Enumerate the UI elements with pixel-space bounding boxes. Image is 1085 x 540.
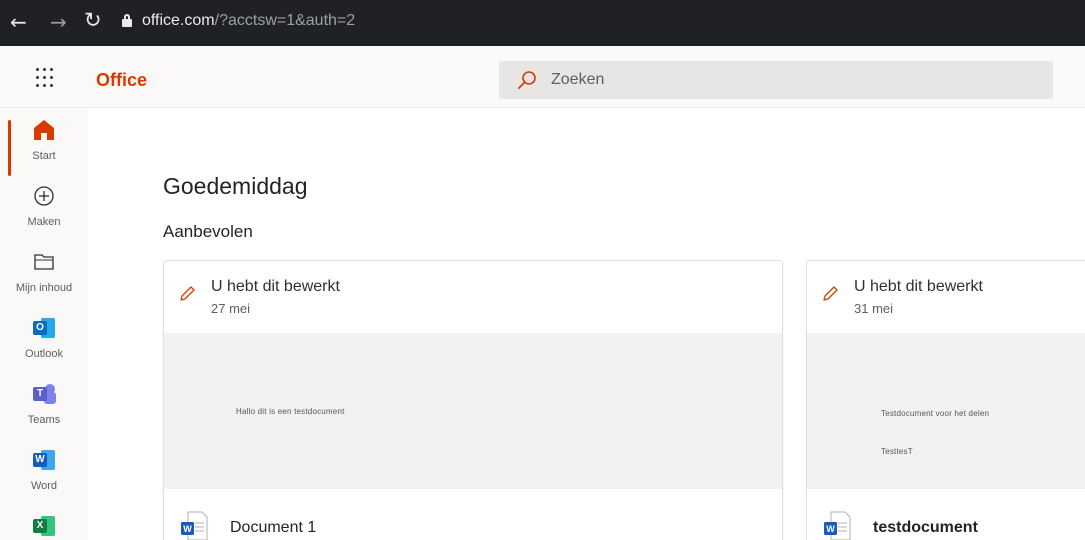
- card-activity: U hebt dit bewerkt: [854, 278, 983, 295]
- rail-item-excel[interactable]: X: [0, 514, 88, 540]
- svg-text:W: W: [826, 524, 835, 534]
- rail-item-label: Teams: [27, 414, 61, 426]
- left-rail: Start Maken Mijn inhoud O Outlook T Team…: [0, 108, 88, 540]
- rail-item-teams[interactable]: T Teams: [0, 382, 88, 426]
- card-date: 31 mei: [854, 301, 894, 316]
- reload-icon[interactable]: ↻: [84, 10, 102, 31]
- office-brand-link[interactable]: Office: [96, 70, 147, 91]
- search-icon: [518, 71, 536, 89]
- rail-item-start[interactable]: Start: [0, 118, 88, 176]
- app-launcher-icon[interactable]: [36, 68, 56, 88]
- excel-icon: X: [32, 514, 56, 538]
- folder-icon: [32, 250, 56, 274]
- document-preview[interactable]: Testdocument voor het delen TesttesT: [807, 333, 1085, 489]
- preview-text: TesttesT: [881, 447, 913, 456]
- lock-icon[interactable]: [122, 14, 132, 27]
- card-filename[interactable]: testdocument: [873, 519, 978, 537]
- card-activity: U hebt dit bewerkt: [211, 278, 340, 295]
- search-box[interactable]: Zoeken: [499, 61, 1053, 99]
- forward-arrow-icon[interactable]: →: [50, 12, 67, 32]
- card-filename[interactable]: Document 1: [230, 519, 316, 537]
- rail-item-label: Word: [30, 480, 58, 492]
- word-file-icon: W: [823, 511, 851, 540]
- rail-item-word[interactable]: W Word: [0, 448, 88, 492]
- url-path: /?acctsw=1&auth=2: [214, 12, 356, 29]
- rail-item-mijn-inhoud[interactable]: Mijn inhoud: [0, 250, 88, 294]
- address-bar[interactable]: office.com/?acctsw=1&auth=2: [142, 12, 355, 30]
- teams-icon: T: [32, 382, 56, 406]
- plus-circle-icon: [32, 184, 56, 208]
- card-date: 27 mei: [211, 301, 251, 316]
- svg-text:W: W: [183, 524, 192, 534]
- url-domain: office.com: [142, 12, 215, 29]
- recommended-card[interactable]: U hebt dit bewerkt 31 mei Testdocument v…: [806, 260, 1085, 540]
- rail-item-outlook[interactable]: O Outlook: [0, 316, 88, 360]
- pencil-icon: [823, 286, 838, 301]
- word-icon: W: [32, 448, 56, 472]
- rail-item-label: Outlook: [25, 348, 63, 360]
- pencil-icon: [180, 286, 195, 301]
- main-content: Goedemiddag Aanbevolen U hebt dit bewerk…: [88, 108, 1085, 540]
- greeting-heading: Goedemiddag: [163, 173, 308, 199]
- document-preview[interactable]: Hallo dit is een testdocument: [164, 333, 782, 489]
- preview-text: Testdocument voor het delen: [881, 409, 990, 418]
- office-header: Office Zoeken: [0, 46, 1085, 108]
- home-icon: [32, 118, 56, 142]
- back-arrow-icon[interactable]: ←: [10, 12, 27, 32]
- rail-item-maken[interactable]: Maken: [0, 184, 88, 228]
- section-title-recommended: Aanbevolen: [163, 222, 253, 241]
- rail-item-label: Start: [32, 150, 56, 162]
- word-file-icon: W: [180, 511, 208, 540]
- recommended-card[interactable]: U hebt dit bewerkt 27 mei Hallo dit is e…: [163, 260, 783, 540]
- rail-item-label: Maken: [27, 216, 61, 228]
- outlook-icon: O: [32, 316, 56, 340]
- preview-text: Hallo dit is een testdocument: [236, 407, 345, 416]
- search-placeholder: Zoeken: [551, 71, 605, 88]
- rail-item-label: Mijn inhoud: [15, 282, 73, 294]
- browser-toolbar: ← → ↻ office.com/?acctsw=1&auth=2: [0, 0, 1085, 46]
